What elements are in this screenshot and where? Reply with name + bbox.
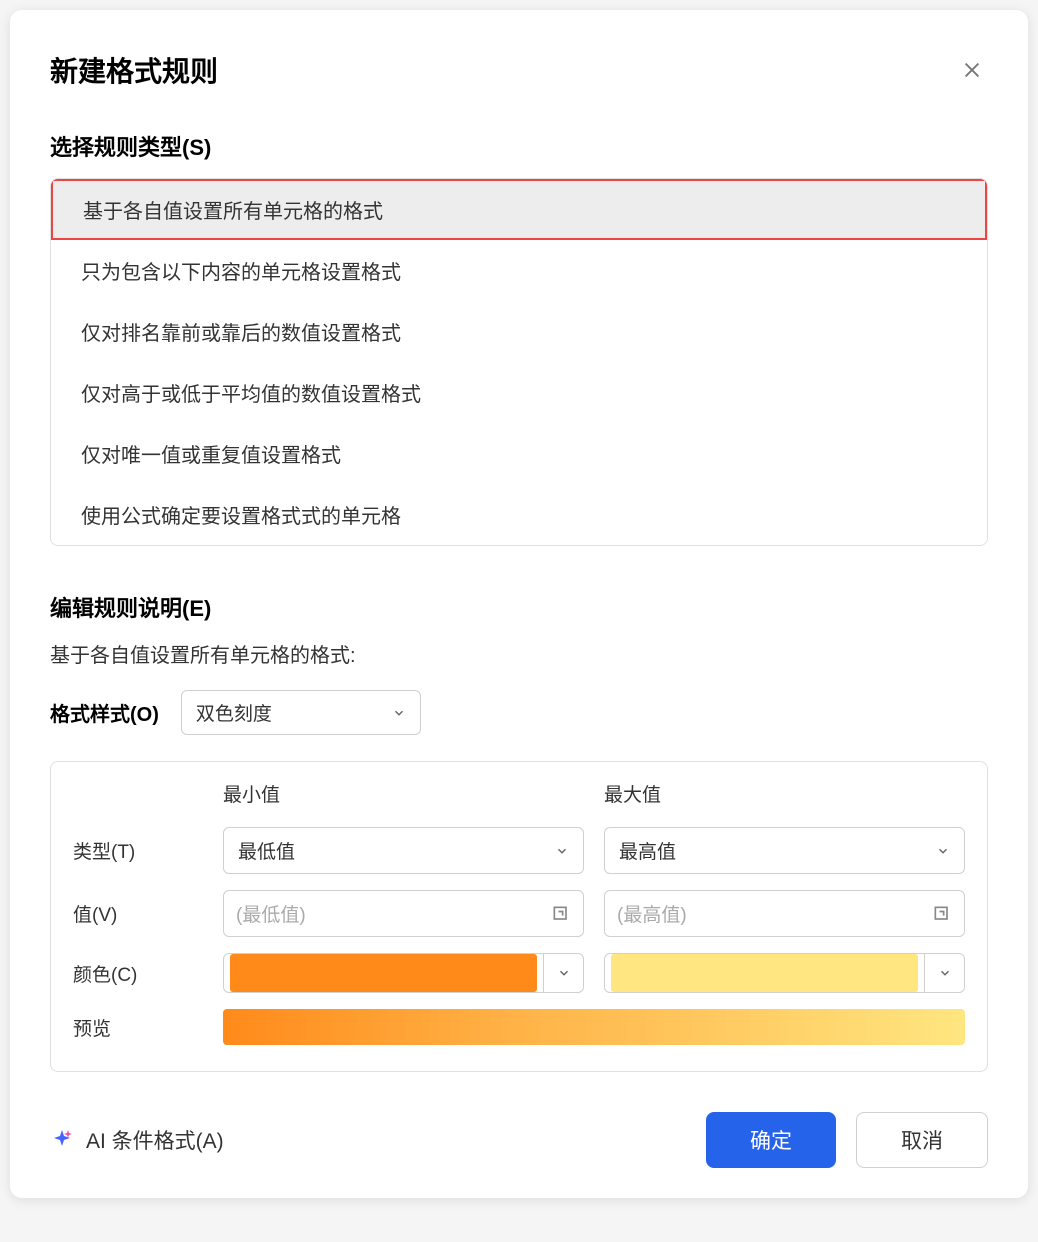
value-min-placeholder: (最低值) — [236, 900, 306, 927]
color-label: 颜色(C) — [73, 960, 203, 987]
edit-rule-description: 基于各自值设置所有单元格的格式: — [50, 639, 988, 668]
close-button[interactable] — [956, 54, 988, 86]
type-min-select[interactable]: 最低值 — [223, 827, 584, 874]
chevron-down-icon — [555, 844, 569, 858]
chevron-down-icon — [936, 844, 950, 858]
close-icon — [961, 59, 983, 81]
max-column-header: 最大值 — [604, 780, 965, 811]
color-max-dropdown[interactable] — [924, 954, 964, 992]
dialog-header: 新建格式规则 — [50, 50, 988, 90]
rule-item-formula[interactable]: 使用公式确定要设置格式式的单元格 — [51, 484, 987, 545]
type-label: 类型(T) — [73, 837, 203, 864]
rule-item-above-below-avg[interactable]: 仅对高于或低于平均值的数值设置格式 — [51, 362, 987, 423]
cell-reference-icon[interactable] — [551, 904, 571, 924]
color-max-select[interactable] — [604, 953, 965, 993]
value-label: 值(V) — [73, 900, 203, 927]
footer-buttons: 确定 取消 — [706, 1112, 988, 1168]
chevron-down-icon — [938, 966, 952, 980]
preview-gradient-bar — [223, 1009, 965, 1045]
ai-sparkle-icon — [50, 1128, 74, 1152]
format-style-value: 双色刻度 — [196, 699, 272, 726]
config-panel: 最小值 最大值 类型(T) 最低值 最高值 值(V) (最低值) (最高值) 颜… — [50, 761, 988, 1072]
chevron-down-icon — [392, 706, 406, 720]
color-min-dropdown[interactable] — [543, 954, 583, 992]
rule-item-top-bottom[interactable]: 仅对排名靠前或靠后的数值设置格式 — [51, 301, 987, 362]
min-column-header: 最小值 — [223, 780, 584, 811]
color-max-swatch — [611, 954, 918, 992]
type-min-value: 最低值 — [238, 837, 295, 864]
cell-reference-icon[interactable] — [932, 904, 952, 924]
new-format-rule-dialog: 新建格式规则 选择规则类型(S) 基于各自值设置所有单元格的格式 只为包含以下内… — [10, 10, 1028, 1198]
format-style-row: 格式样式(O) 双色刻度 — [50, 690, 988, 735]
edit-rule-section-title: 编辑规则说明(E) — [50, 591, 988, 623]
format-style-select[interactable]: 双色刻度 — [181, 690, 421, 735]
value-min-input[interactable]: (最低值) — [223, 890, 584, 937]
preview-label: 预览 — [73, 1014, 203, 1041]
value-max-input[interactable]: (最高值) — [604, 890, 965, 937]
highlight-box: 基于各自值设置所有单元格的格式 — [50, 178, 988, 242]
chevron-down-icon — [557, 966, 571, 980]
rule-item-all-values[interactable]: 基于各自值设置所有单元格的格式 — [53, 181, 985, 238]
color-min-swatch — [230, 954, 537, 992]
rule-type-list: 基于各自值设置所有单元格的格式 只为包含以下内容的单元格设置格式 仅对排名靠前或… — [50, 178, 988, 546]
ok-button[interactable]: 确定 — [706, 1112, 836, 1168]
rule-item-unique-duplicate[interactable]: 仅对唯一值或重复值设置格式 — [51, 423, 987, 484]
cancel-button[interactable]: 取消 — [856, 1112, 988, 1168]
ai-conditional-format-link[interactable]: AI 条件格式(A) — [50, 1125, 224, 1155]
ai-link-label: AI 条件格式(A) — [86, 1125, 224, 1155]
rule-type-section-title: 选择规则类型(S) — [50, 130, 988, 162]
type-max-value: 最高值 — [619, 837, 676, 864]
format-style-label: 格式样式(O) — [50, 698, 159, 727]
color-min-select[interactable] — [223, 953, 584, 993]
dialog-footer: AI 条件格式(A) 确定 取消 — [50, 1112, 988, 1168]
rule-item-contains[interactable]: 只为包含以下内容的单元格设置格式 — [51, 240, 987, 301]
type-max-select[interactable]: 最高值 — [604, 827, 965, 874]
dialog-title: 新建格式规则 — [50, 50, 218, 90]
value-max-placeholder: (最高值) — [617, 900, 687, 927]
